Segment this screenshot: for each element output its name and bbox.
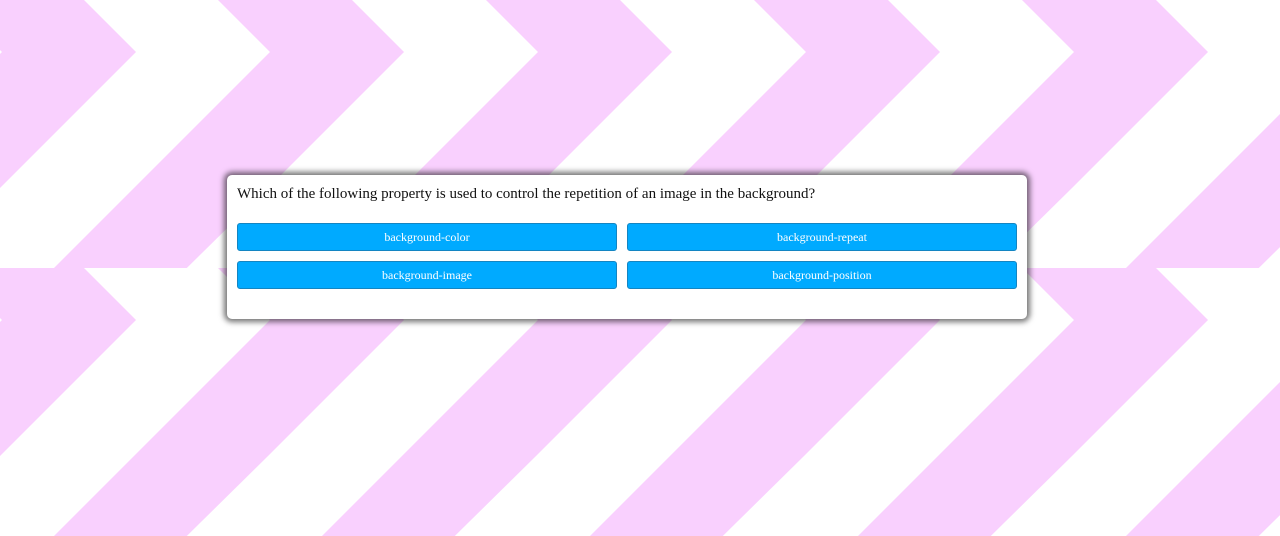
quiz-card: Which of the following property is used …	[227, 175, 1027, 319]
question-text: Which of the following property is used …	[237, 186, 816, 202]
answer-background-repeat-button[interactable]: background-repeat	[627, 223, 1017, 251]
answer-background-image-button[interactable]: background-image	[237, 261, 617, 289]
answer-background-color-button[interactable]: background-color	[237, 223, 617, 251]
answer-background-position-button[interactable]: background-position	[627, 261, 1017, 289]
answer-grid: background-color background-repeat backg…	[237, 223, 1017, 289]
